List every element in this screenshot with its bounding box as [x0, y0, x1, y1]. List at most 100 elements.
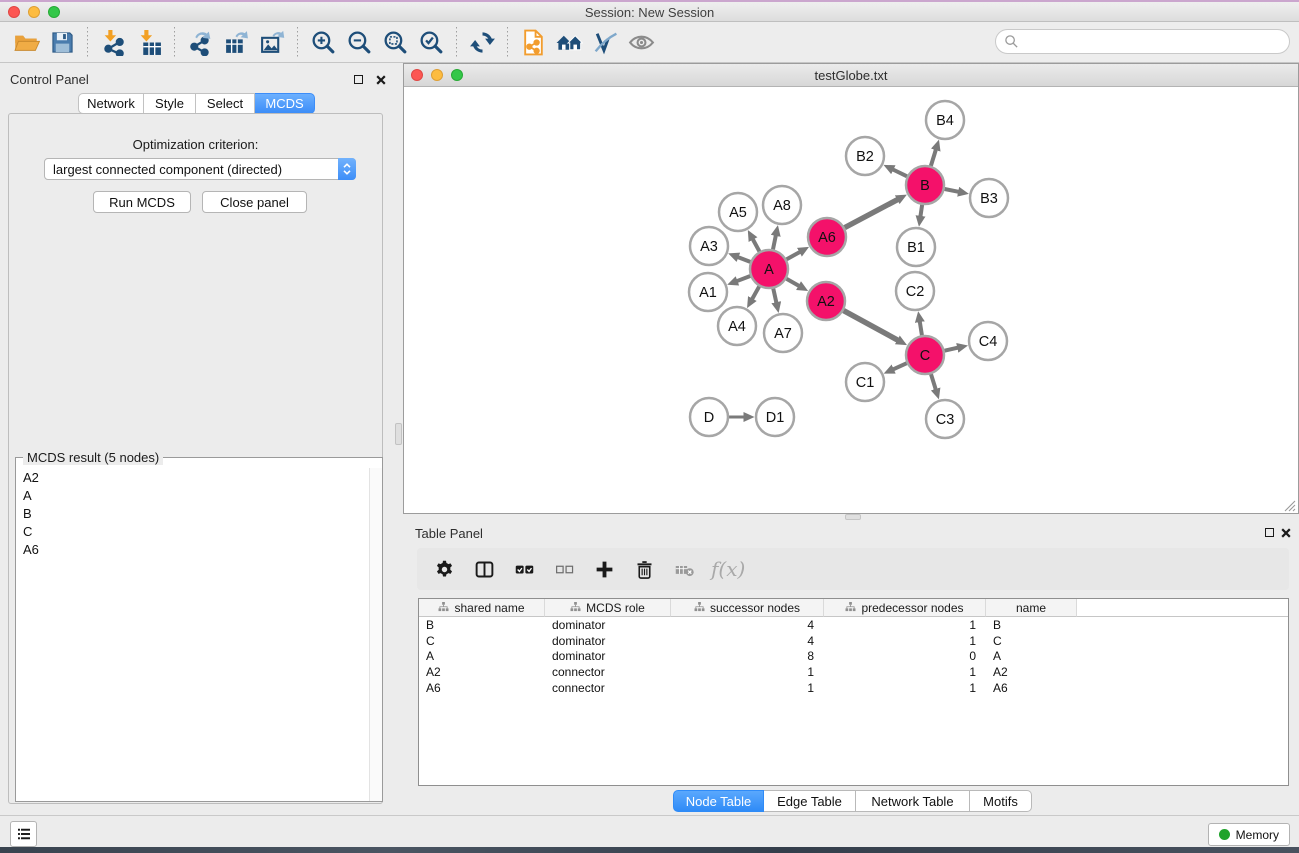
table-cell[interactable]: dominator: [545, 633, 671, 649]
column-header-predecessor-nodes[interactable]: predecessor nodes: [824, 599, 986, 617]
graph-node-A7[interactable]: A7: [764, 314, 802, 352]
open-folder-button[interactable]: [8, 25, 44, 59]
graph-edge-A-A7[interactable]: [773, 289, 776, 303]
graph-edge-A6-B[interactable]: [845, 200, 898, 228]
table-cell[interactable]: 1: [824, 617, 986, 633]
refresh-button[interactable]: [464, 25, 500, 59]
result-list-scrollbar[interactable]: [369, 468, 382, 801]
home-button[interactable]: [551, 25, 587, 59]
table-panel-close-button[interactable]: [1279, 526, 1293, 539]
gear-button[interactable]: [427, 553, 461, 585]
graph-node-B1[interactable]: B1: [897, 228, 935, 266]
tab-motifs[interactable]: Motifs: [970, 790, 1032, 812]
column-header-MCDS-role[interactable]: MCDS role: [545, 599, 671, 617]
graph-node-A8[interactable]: A8: [763, 186, 801, 224]
table-cell[interactable]: dominator: [545, 617, 671, 633]
graph-edge-B-B3[interactable]: [945, 189, 959, 192]
graph-edge-A-A1[interactable]: [737, 276, 750, 281]
table-cell[interactable]: A2: [419, 664, 545, 680]
table-cell[interactable]: 1: [824, 664, 986, 680]
graph-node-A5[interactable]: A5: [719, 193, 757, 231]
column-header-shared-name[interactable]: shared name: [419, 599, 545, 617]
import-network-button[interactable]: [95, 25, 131, 59]
table-cell[interactable]: A: [986, 648, 1077, 664]
table-cell[interactable]: B: [419, 617, 545, 633]
tab-style[interactable]: Style: [144, 93, 196, 114]
export-network-button[interactable]: [182, 25, 218, 59]
mcds-result-item[interactable]: A2: [16, 468, 369, 486]
zoom-out-button[interactable]: [341, 25, 377, 59]
tab-select[interactable]: Select: [196, 93, 255, 114]
graph-node-D[interactable]: D: [690, 398, 728, 436]
zoom-fit-button[interactable]: [377, 25, 413, 59]
table-cell[interactable]: 1: [671, 664, 824, 680]
graph-edge-A-A5[interactable]: [753, 239, 760, 251]
tab-network[interactable]: Network: [78, 93, 144, 114]
memory-button[interactable]: Memory: [1208, 823, 1290, 846]
table-cell[interactable]: A6: [986, 680, 1077, 696]
table-panel-float-button[interactable]: [1262, 526, 1276, 539]
graph-node-C3[interactable]: C3: [926, 400, 964, 438]
graph-node-A3[interactable]: A3: [690, 227, 728, 265]
graph-node-B2[interactable]: B2: [846, 137, 884, 175]
tab-edge-table[interactable]: Edge Table: [764, 790, 856, 812]
mcds-result-item[interactable]: A6: [16, 540, 369, 558]
mcds-result-item[interactable]: A: [16, 486, 369, 504]
app-titlebar[interactable]: Session: New Session: [0, 2, 1299, 22]
graph-node-A[interactable]: A: [750, 250, 788, 288]
table-cell[interactable]: 4: [671, 633, 824, 649]
unchecked-pair-button[interactable]: [547, 553, 581, 585]
graph-edge-B-B2[interactable]: [893, 169, 907, 176]
delete-table-button[interactable]: [667, 553, 701, 585]
new-network-from-file-button[interactable]: [515, 25, 551, 59]
graph-node-B[interactable]: B: [906, 166, 944, 204]
task-history-button[interactable]: [10, 821, 37, 847]
mcds-result-item[interactable]: B: [16, 504, 369, 522]
search-input[interactable]: [1019, 34, 1289, 49]
network-canvas[interactable]: AA1A2A3A4A5A6A7A8BB1B2B3B4CC1C2C3C4DD1: [404, 87, 1298, 513]
export-table-button[interactable]: [218, 25, 254, 59]
table-cell[interactable]: 1: [824, 680, 986, 696]
window-resize-grip[interactable]: [1284, 499, 1297, 512]
toggle-graphics-details-button[interactable]: [587, 25, 623, 59]
table-cell[interactable]: 8: [671, 648, 824, 664]
graph-edge-C-C3[interactable]: [931, 374, 936, 389]
graph-node-C4[interactable]: C4: [969, 322, 1007, 360]
graph-edge-A-A2[interactable]: [786, 279, 799, 286]
table-cell[interactable]: 1: [671, 680, 824, 696]
graph-edge-A-A3[interactable]: [738, 257, 750, 262]
vertical-split-handle[interactable]: [395, 423, 402, 445]
close-panel-button[interactable]: Close panel: [202, 191, 307, 213]
column-header-successor-nodes[interactable]: successor nodes: [671, 599, 824, 617]
tab-node-table[interactable]: Node Table: [673, 790, 764, 812]
eye-button[interactable]: [623, 25, 659, 59]
graph-node-C[interactable]: C: [906, 336, 944, 374]
graph-node-B4[interactable]: B4: [926, 101, 964, 139]
table-cell[interactable]: C: [419, 633, 545, 649]
zoom-selected-button[interactable]: [413, 25, 449, 59]
column-header-name[interactable]: name: [986, 599, 1077, 617]
table-cell[interactable]: dominator: [545, 648, 671, 664]
table-cell[interactable]: A2: [986, 664, 1077, 680]
function-builder-button[interactable]: f(x): [707, 557, 745, 581]
column-view-button[interactable]: [467, 553, 501, 585]
table-cell[interactable]: A: [419, 648, 545, 664]
table-row[interactable]: Adominator80A: [419, 648, 1288, 664]
optimization-criterion-select[interactable]: largest connected component (directed): [44, 158, 356, 180]
tab-mcds[interactable]: MCDS: [255, 93, 315, 114]
graph-node-B3[interactable]: B3: [970, 179, 1008, 217]
save-button[interactable]: [44, 25, 80, 59]
control-panel-float-button[interactable]: [351, 73, 365, 86]
graph-edge-C-C2[interactable]: [920, 322, 922, 336]
table-cell[interactable]: connector: [545, 664, 671, 680]
table-cell[interactable]: 0: [824, 648, 986, 664]
zoom-in-button[interactable]: [305, 25, 341, 59]
graph-edge-A-A4[interactable]: [752, 286, 759, 299]
table-cell[interactable]: A6: [419, 680, 545, 696]
table-cell[interactable]: B: [986, 617, 1077, 633]
graph-edge-B-B4[interactable]: [931, 150, 936, 166]
trash-button[interactable]: [627, 553, 661, 585]
table-row[interactable]: Bdominator41B: [419, 617, 1288, 633]
graph-edge-A-A6[interactable]: [787, 252, 800, 259]
table-cell[interactable]: connector: [545, 680, 671, 696]
